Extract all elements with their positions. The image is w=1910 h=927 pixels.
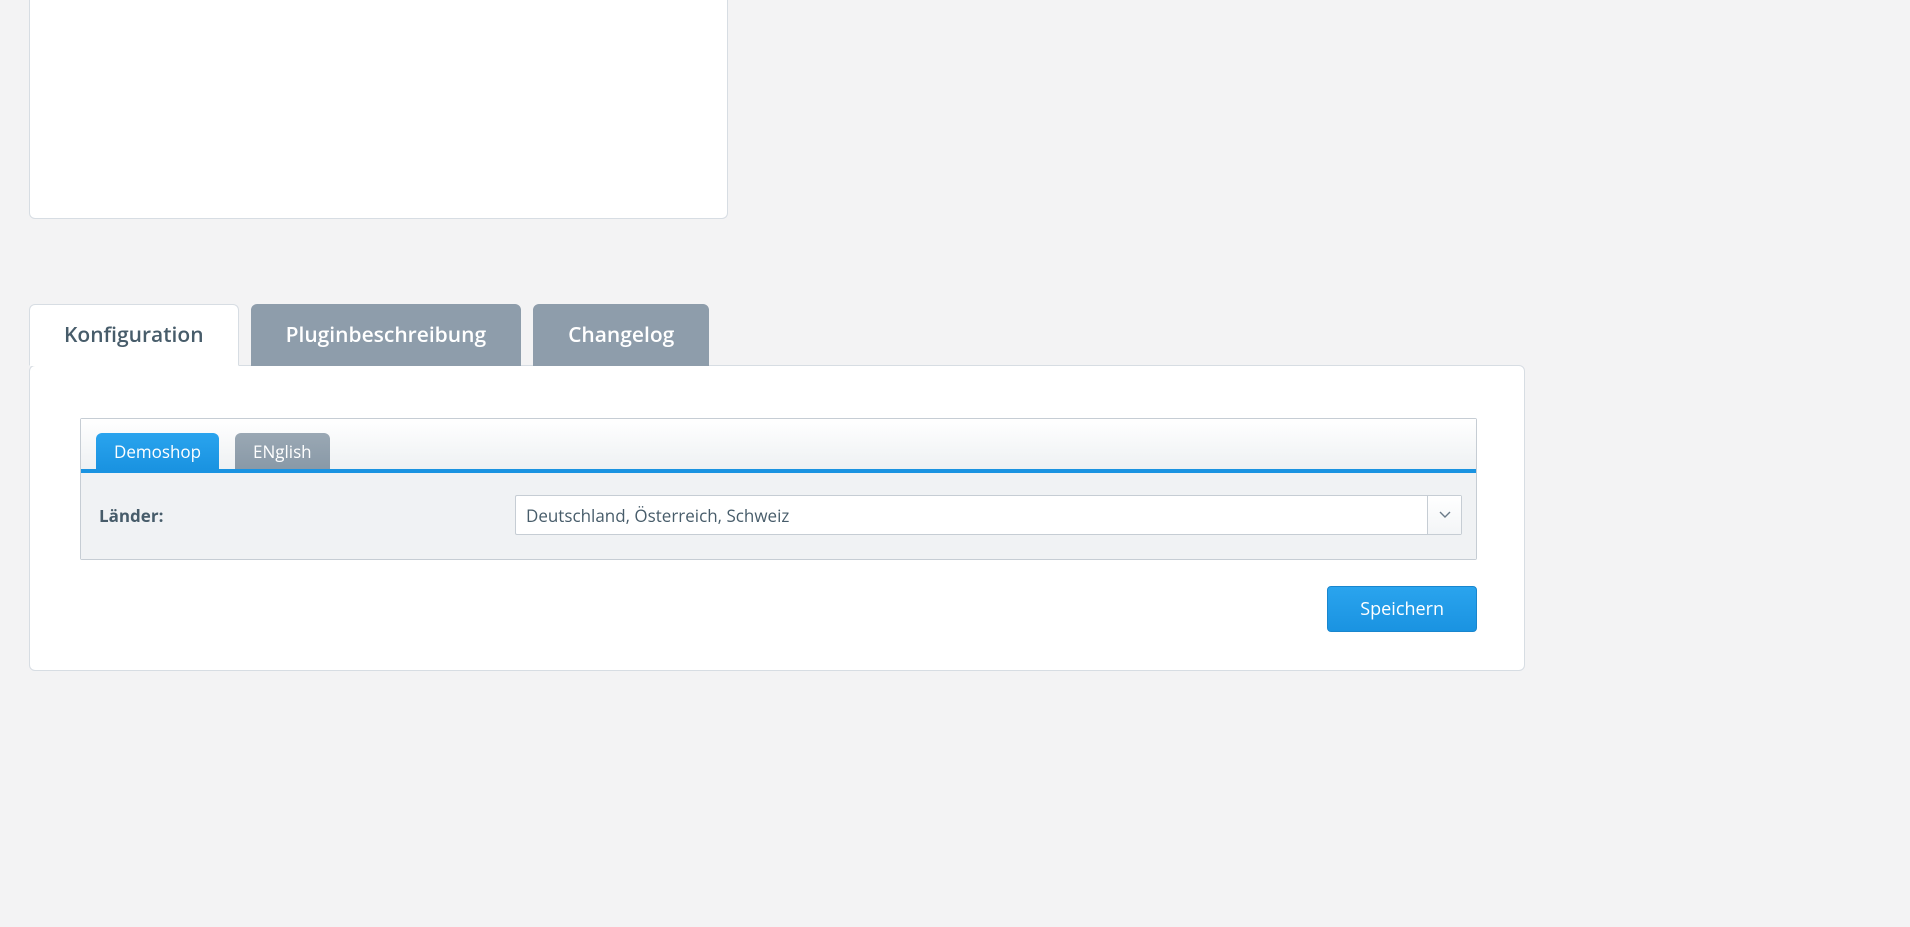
button-label: Speichern [1360,597,1444,621]
shop-tab-english[interactable]: ENglish [235,433,330,469]
tab-label: Konfiguration [64,321,204,349]
shop-tab-bar: Demoshop ENglish [81,419,1476,473]
form-body: Länder: [81,473,1476,559]
tab-changelog[interactable]: Changelog [533,304,709,366]
countries-select[interactable] [515,495,1462,535]
countries-label: Länder: [95,504,515,527]
action-row: Speichern [80,586,1477,632]
countries-dropdown-trigger[interactable] [1427,496,1461,534]
tab-label: ENglish [253,440,312,463]
tab-konfiguration[interactable]: Konfiguration [29,304,239,366]
shop-tab-demoshop[interactable]: Demoshop [96,433,219,469]
tab-label: Demoshop [114,440,201,463]
shop-config-panel: Demoshop ENglish Länder: [80,418,1477,560]
save-button[interactable]: Speichern [1327,586,1477,632]
tab-label: Pluginbeschreibung [286,321,487,349]
tab-label: Changelog [568,321,674,349]
chevron-down-icon [1439,511,1451,519]
config-panel: Demoshop ENglish Länder: Speichern [29,365,1525,671]
countries-input[interactable] [516,496,1427,534]
tab-pluginbeschreibung[interactable]: Pluginbeschreibung [251,304,522,366]
top-empty-panel [29,0,728,219]
outer-tab-row: Konfiguration Pluginbeschreibung Changel… [29,304,709,366]
